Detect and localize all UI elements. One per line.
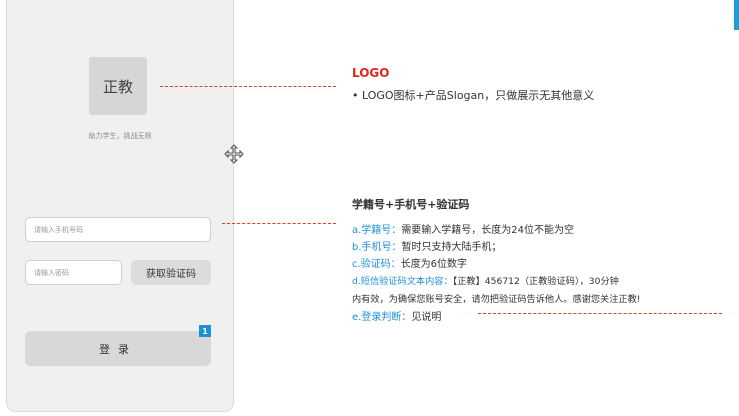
annotation-item-b: b.手机号：暂时只支持大陆手机； [352,238,502,253]
step-badge: 1 [199,325,211,337]
scroll-edge-indicator [734,0,739,30]
get-code-button[interactable]: 获取验证码 [131,260,211,285]
phone-number-input[interactable]: 请输入手机号码 [25,217,211,242]
annotation-text: 见说明 [411,312,442,323]
move-cursor-icon [224,144,244,164]
login-button[interactable]: 登录 [25,331,211,366]
verification-code-input[interactable]: 请输入密码 [25,260,122,285]
annotation-text: 暂时只支持大陆手机； [401,242,502,253]
annotation-item-c: c.验证码：长度为6位数字 [352,255,467,270]
annotation-text: 需要输入学籍号，长度为24位不能为空 [401,225,575,236]
annotation-sms-continued: 内有效，为确保您账号安全，请勿把验证码告诉他人。感谢您关注正教! [352,294,641,305]
code-input-placeholder: 请输入密码 [34,268,69,277]
form-connector-line [222,223,336,224]
annotation-key: b.手机号： [352,242,402,253]
form-annotation-title: 学籍号+手机号+验证码 [352,198,470,211]
logo-annotation-title: LOGO [352,66,390,80]
annotation-item-d: d.短信验证码文本内容：【正教】456712（正教验证码），30分钟 [352,273,619,287]
annotation-key: d.短信验证码文本内容： [352,276,453,287]
logo-annotation-desc: • LOGO图标+产品Slogan，只做展示无其他意义 [352,89,595,102]
annotation-key: c.验证码： [352,259,401,270]
logo-connector-line [160,86,336,87]
annotation-text: 长度为6位数字 [400,259,468,270]
logo-text: 正教 [102,77,133,96]
logo-placeholder: 正教 [89,57,147,115]
annotation-item-e: e.登录判断：见说明 [352,308,441,323]
slogan: 助力学生，挑战无限 [88,132,152,140]
annotation-key: a.学籍号： [352,225,402,236]
annotation-key: e.登录判断： [352,312,412,323]
phone-input-placeholder: 请输入手机号码 [34,225,83,234]
annotation-item-a: a.学籍号：需要输入学籍号，长度为24位不能为空 [352,221,574,236]
login-connector-line [478,313,722,314]
phone-mockup: 正教 助力学生，挑战无限 请输入手机号码 请输入密码 获取验证码 登录 [6,0,234,412]
annotation-text: 【正教】456712（正教验证码），30分钟 [452,276,619,287]
